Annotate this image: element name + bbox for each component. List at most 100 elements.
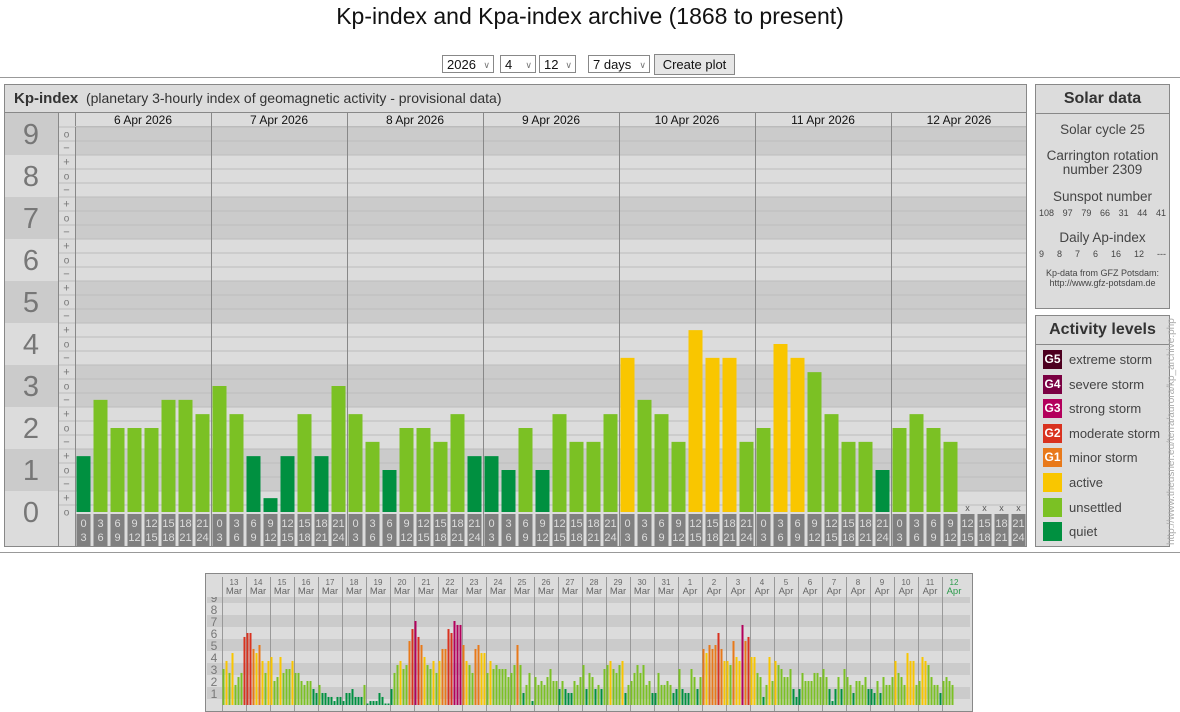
kp-bar	[693, 677, 696, 705]
interval-start: 18	[315, 518, 327, 530]
kp-bar	[414, 621, 417, 705]
legend-item: G1 minor storm	[1043, 448, 1138, 468]
kp-bar	[804, 681, 807, 705]
kp-bar	[579, 677, 582, 705]
kp-bar	[688, 330, 703, 512]
kp-bar	[498, 669, 501, 705]
kp-bar	[861, 684, 864, 705]
interval-start: 18	[451, 518, 463, 530]
kp-bar	[471, 672, 474, 705]
kp-bar	[441, 648, 444, 705]
kp-bar	[381, 696, 384, 705]
kp-bar	[840, 689, 843, 705]
y-tick-label: 6	[211, 627, 218, 641]
kp-bar	[327, 696, 330, 705]
sunspot-value: 97	[1062, 208, 1073, 218]
y-tick-label: 3	[211, 663, 218, 677]
sunspot-value: 66	[1099, 208, 1110, 218]
kp-bar	[945, 677, 948, 705]
y-subtick-label: +	[63, 241, 69, 253]
ap-value: 8	[1057, 249, 1063, 259]
ap-label: Daily Ap-index	[1059, 230, 1146, 245]
month-label: Apr	[803, 586, 818, 597]
interval-end: 21	[315, 532, 327, 544]
kp-bar	[331, 386, 346, 512]
kp-bar	[696, 689, 699, 705]
legend-item: active	[1043, 473, 1103, 492]
kp-bar	[178, 399, 193, 512]
kp-bar	[279, 657, 282, 705]
kp-bar	[477, 645, 480, 705]
sunspot-label: Sunspot number	[1052, 189, 1153, 204]
kp-bar	[267, 660, 270, 705]
kp-bar	[699, 677, 702, 705]
interval-start: 15	[434, 518, 446, 530]
kp-bar	[885, 684, 888, 705]
kp-bar	[303, 684, 306, 705]
month-label: Mar	[634, 586, 650, 597]
kp-bar	[567, 693, 570, 705]
interval-end: 9	[250, 532, 256, 544]
interval-start: 9	[811, 518, 817, 530]
kp-bar	[795, 696, 798, 705]
interval-start: 12	[689, 518, 701, 530]
kp-bar	[246, 633, 249, 705]
carrington-rotation: Carrington rotation number 2309	[1046, 148, 1159, 177]
kp-bar	[948, 681, 951, 705]
interval-end: 6	[97, 532, 103, 544]
sunspot-value: 41	[1155, 208, 1166, 218]
source-text: Kp-data from GFZ Potsdam:	[1045, 268, 1160, 278]
y-subtick-label: −	[63, 227, 69, 239]
grid-band	[207, 639, 970, 651]
interval-start: 0	[760, 518, 766, 530]
interval-start: 9	[675, 518, 681, 530]
kp-bar	[345, 693, 348, 705]
kp-bar	[365, 441, 380, 512]
kp-bar	[816, 672, 819, 705]
interval-end: 15	[281, 532, 293, 544]
missing-marker: x	[965, 503, 970, 513]
kp-bar	[615, 672, 618, 705]
source-link[interactable]: http://www.gfz-potsdam.de	[1036, 278, 1169, 288]
grid-band	[207, 603, 970, 615]
kp-bar	[273, 681, 276, 705]
legend-label: severe storm	[1069, 376, 1145, 392]
kp-bar	[837, 677, 840, 705]
kp-bar	[825, 677, 828, 705]
legend-label: extreme storm	[1069, 352, 1153, 367]
kp-bar	[906, 653, 909, 705]
y-subtick-label: o	[64, 298, 70, 309]
kp-bar	[429, 669, 432, 705]
kp-bar	[558, 689, 561, 705]
kp-bar	[552, 681, 555, 705]
kp-bar	[846, 677, 849, 705]
kp-bar	[546, 677, 549, 705]
kp-bar	[309, 681, 312, 705]
legend-swatch: G2	[1043, 423, 1062, 443]
y-subtick-label: −	[63, 185, 69, 197]
interval-end: 3	[80, 532, 86, 544]
sunspot-value: 44	[1137, 208, 1148, 218]
kp-bar	[705, 357, 720, 512]
y-tick-label: 7	[211, 615, 218, 629]
interval-end: 12	[808, 532, 820, 544]
month-label: Apr	[731, 586, 746, 597]
kp-bar	[402, 669, 405, 705]
kp-bar	[228, 672, 231, 705]
kp-bar	[234, 684, 237, 705]
interval-end: 6	[777, 532, 783, 544]
kp-bar	[600, 689, 603, 705]
kp-bar	[612, 669, 615, 705]
interval-end: 12	[400, 532, 412, 544]
interval-end: 12	[264, 532, 276, 544]
missing-marker: x	[999, 503, 1004, 513]
kp-bar	[828, 689, 831, 705]
kp-bar	[789, 669, 792, 705]
kp-bar	[432, 660, 435, 705]
ap-value: 16	[1111, 249, 1122, 259]
kp-bar	[399, 428, 414, 512]
kp-bar	[879, 693, 882, 705]
grid-band	[75, 155, 1026, 197]
interval-start: 6	[522, 518, 528, 530]
interval-start: 6	[250, 518, 256, 530]
